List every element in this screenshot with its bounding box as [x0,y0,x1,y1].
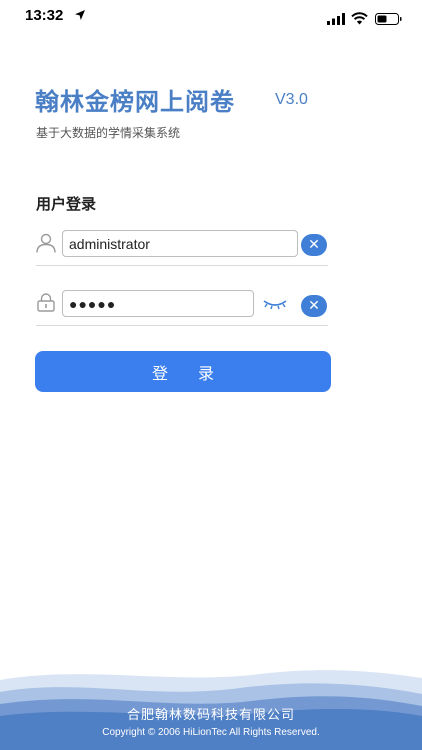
wifi-icon [351,12,368,25]
login-button[interactable]: 登录 [35,351,331,392]
close-icon: ✕ [308,298,320,314]
copyright-text: Copyright © 2006 HiLionTec All Rights Re… [102,727,320,738]
status-time: 13:32 [25,7,64,24]
password-divider [36,325,328,326]
location-arrow-icon [75,10,85,20]
clear-username-button[interactable]: ✕ [301,234,327,256]
user-icon [36,233,56,253]
lock-icon [37,293,55,312]
login-heading: 用户登录 [36,195,97,213]
cellular-signal-icon [327,13,345,25]
password-input[interactable] [62,290,254,317]
app-title: 翰林金榜网上阅卷 [35,88,235,116]
company-name: 合肥翰林数码科技有限公司 [126,708,295,723]
clear-password-button[interactable]: ✕ [301,295,327,317]
username-input[interactable] [62,230,298,257]
close-icon: ✕ [308,237,320,253]
app-version: V3.0 [275,91,308,108]
app-subtitle: 基于大数据的学情采集系统 [36,126,181,140]
status-bar: 13:32 [0,0,422,34]
battery-icon [375,13,402,25]
username-divider [36,265,328,266]
eye-closed-icon[interactable] [262,298,288,312]
